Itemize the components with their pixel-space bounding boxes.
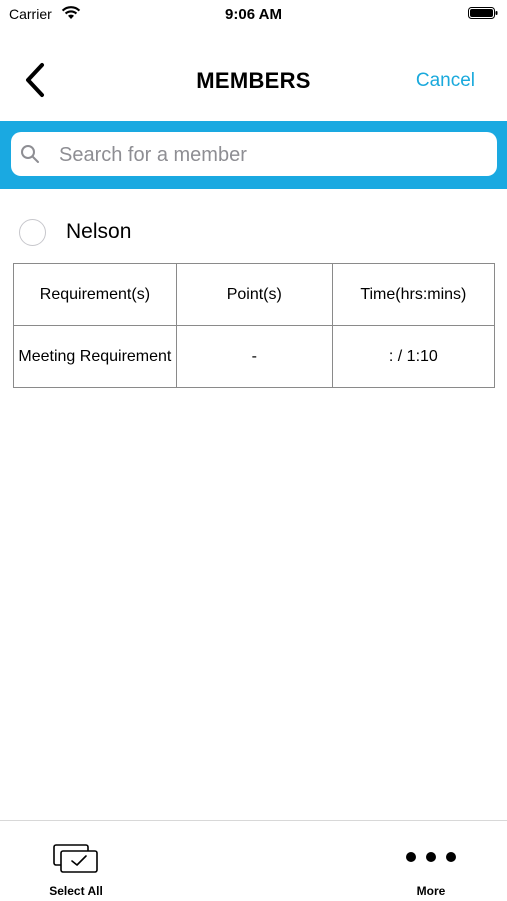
- member-name: Nelson: [66, 220, 132, 243]
- cancel-button[interactable]: Cancel: [416, 70, 475, 92]
- battery-icon: [468, 7, 498, 19]
- select-all-icon: [53, 844, 98, 873]
- header-requirement: Requirement(s): [13, 263, 177, 326]
- table-row: Meeting Requirement - : / 1:10: [13, 325, 496, 388]
- search-input[interactable]: [57, 138, 481, 172]
- header-time: Time(hrs:mins): [331, 263, 496, 326]
- cell-requirement: Meeting Requirement: [13, 325, 177, 388]
- cell-time: : / 1:10: [331, 325, 496, 388]
- bottom-tab-bar: Select All More: [0, 820, 507, 901]
- requirements-table: Requirement(s) Point(s) Time(hrs:mins) M…: [13, 263, 496, 388]
- cell-points: -: [175, 325, 333, 388]
- search-icon: [21, 145, 39, 163]
- status-time: 9:06 AM: [225, 6, 282, 23]
- navigation-bar: MEMBERS Cancel: [0, 50, 507, 110]
- more-button[interactable]: More: [391, 829, 471, 899]
- member-row[interactable]: Nelson: [0, 207, 507, 257]
- table-header-row: Requirement(s) Point(s) Time(hrs:mins): [13, 263, 496, 326]
- status-bar: Carrier 9:06 AM: [0, 0, 507, 28]
- search-bar: [0, 121, 507, 189]
- select-all-button[interactable]: Select All: [36, 829, 116, 899]
- header-points: Point(s): [175, 263, 333, 326]
- member-select-radio[interactable]: [19, 219, 46, 246]
- select-all-label: Select All: [49, 884, 103, 898]
- more-icon: [406, 852, 456, 862]
- search-box: [11, 132, 497, 176]
- more-label: More: [416, 884, 446, 898]
